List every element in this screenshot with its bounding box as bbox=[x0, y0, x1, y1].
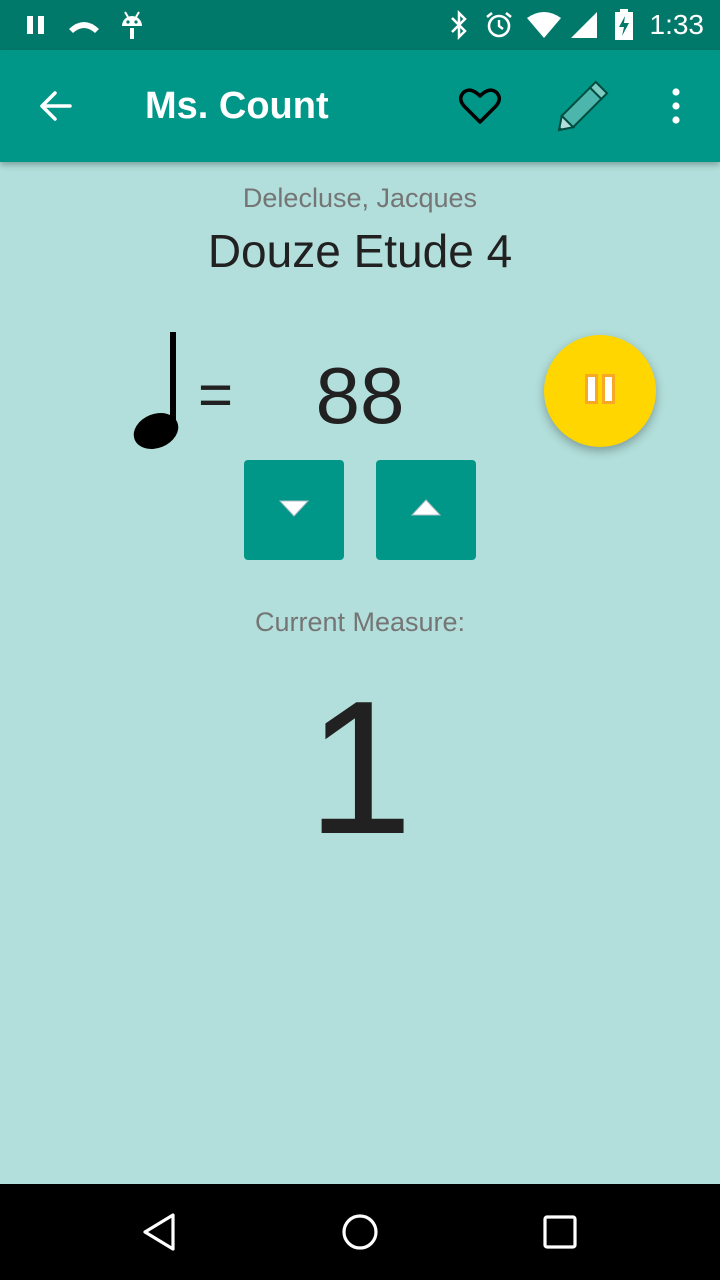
triangle-up-icon bbox=[410, 498, 442, 523]
composer-name: Delecluse, Jacques bbox=[242, 183, 478, 213]
edit-pencil-icon[interactable] bbox=[548, 74, 618, 138]
battery-charging-icon bbox=[612, 9, 636, 40]
bluetooth-icon bbox=[446, 10, 472, 40]
increase-tempo-button[interactable] bbox=[376, 460, 476, 560]
favorite-heart-icon[interactable] bbox=[452, 74, 508, 138]
quarter-note-icon bbox=[128, 330, 188, 454]
app-title: Ms. Count bbox=[145, 85, 329, 127]
tempo-bpm: 88 bbox=[315, 351, 405, 440]
piece-title: Douze Etude 4 bbox=[207, 225, 513, 277]
android-icon bbox=[118, 10, 146, 40]
back-triangle-icon[interactable] bbox=[120, 1204, 200, 1260]
cell-signal-icon bbox=[568, 10, 600, 40]
missed-call-icon bbox=[66, 10, 102, 40]
recents-square-icon[interactable] bbox=[520, 1204, 600, 1260]
home-circle-icon[interactable] bbox=[320, 1204, 400, 1260]
back-arrow-icon[interactable] bbox=[24, 78, 88, 134]
navigation-bar bbox=[0, 1184, 720, 1280]
status-time: 1:33 bbox=[649, 9, 705, 40]
status-bar: 1:33 bbox=[0, 0, 720, 50]
more-vert-icon[interactable] bbox=[656, 74, 696, 138]
tempo-equals: = bbox=[198, 361, 234, 428]
app-bar: Ms. Count bbox=[0, 50, 720, 162]
current-measure-value: 1 bbox=[307, 662, 413, 874]
pause-button[interactable] bbox=[544, 335, 656, 447]
current-measure-label: Current Measure: bbox=[254, 607, 466, 637]
pause-icon bbox=[24, 10, 48, 40]
triangle-down-icon bbox=[278, 498, 310, 523]
wifi-icon bbox=[526, 10, 562, 40]
pause-icon bbox=[585, 373, 615, 409]
alarm-icon bbox=[484, 10, 514, 40]
decrease-tempo-button[interactable] bbox=[244, 460, 344, 560]
